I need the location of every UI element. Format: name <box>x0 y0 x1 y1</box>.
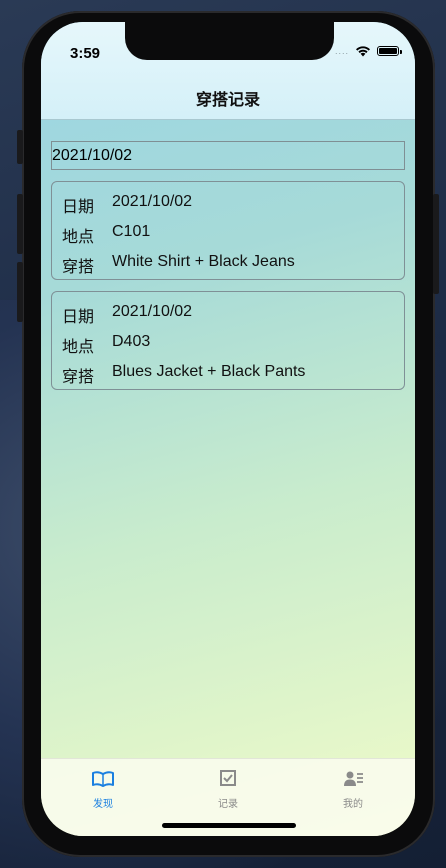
status-icons: .... <box>334 45 402 57</box>
page-title: 穿搭记录 <box>195 92 260 109</box>
battery-icon <box>377 46 402 56</box>
outfit-value: Blues Jacket + Black Pants <box>112 363 306 380</box>
tab-profile[interactable]: 我的 <box>323 769 383 810</box>
home-indicator[interactable] <box>162 823 296 828</box>
outfit-label: 穿搭 <box>62 369 95 386</box>
tab-bar: 发现 记录 我的 <box>41 758 415 836</box>
notch <box>125 22 334 60</box>
record-card[interactable]: 日期 2021/10/02 地点 D403 穿搭 Blues Jacket + Bla… <box>51 291 405 390</box>
app-screen: 穿搭记录 3:59 .... 2021/10/02 日期 2021/10/02 地… <box>41 22 415 836</box>
location-value: C101 <box>112 223 151 240</box>
outfit-value: White Shirt + Black Jeans <box>112 253 295 270</box>
volume-up-button <box>17 194 23 254</box>
location-label: 地点 <box>62 339 95 356</box>
date-label: 日期 <box>62 199 95 216</box>
location-label: 地点 <box>62 229 95 246</box>
volume-down-button <box>17 262 23 322</box>
record-card[interactable]: 日期 2021/10/02 地点 C101 穿搭 White Shirt + Blac… <box>51 181 405 280</box>
wifi-icon <box>356 46 370 57</box>
date-value: 2021/10/02 <box>112 193 193 210</box>
checkbox-icon <box>220 770 236 786</box>
profile-icon <box>344 771 363 786</box>
book-icon <box>92 771 114 787</box>
tab-label: 记录 <box>218 799 238 810</box>
location-value: D403 <box>112 333 151 350</box>
signal-icon: .... <box>334 46 349 56</box>
power-button <box>433 194 439 294</box>
tab-records[interactable]: 记录 <box>198 769 258 810</box>
outfit-label: 穿搭 <box>62 259 95 276</box>
status-time: 3:59 <box>70 45 101 62</box>
tab-discover[interactable]: 发现 <box>73 769 133 810</box>
tab-label: 我的 <box>343 799 363 810</box>
mute-switch <box>17 130 23 164</box>
date-label: 日期 <box>62 309 95 326</box>
date-value: 2021/10/02 <box>112 303 193 320</box>
tab-label: 发现 <box>93 799 113 810</box>
date-search-input[interactable]: 2021/10/02 <box>51 141 405 170</box>
